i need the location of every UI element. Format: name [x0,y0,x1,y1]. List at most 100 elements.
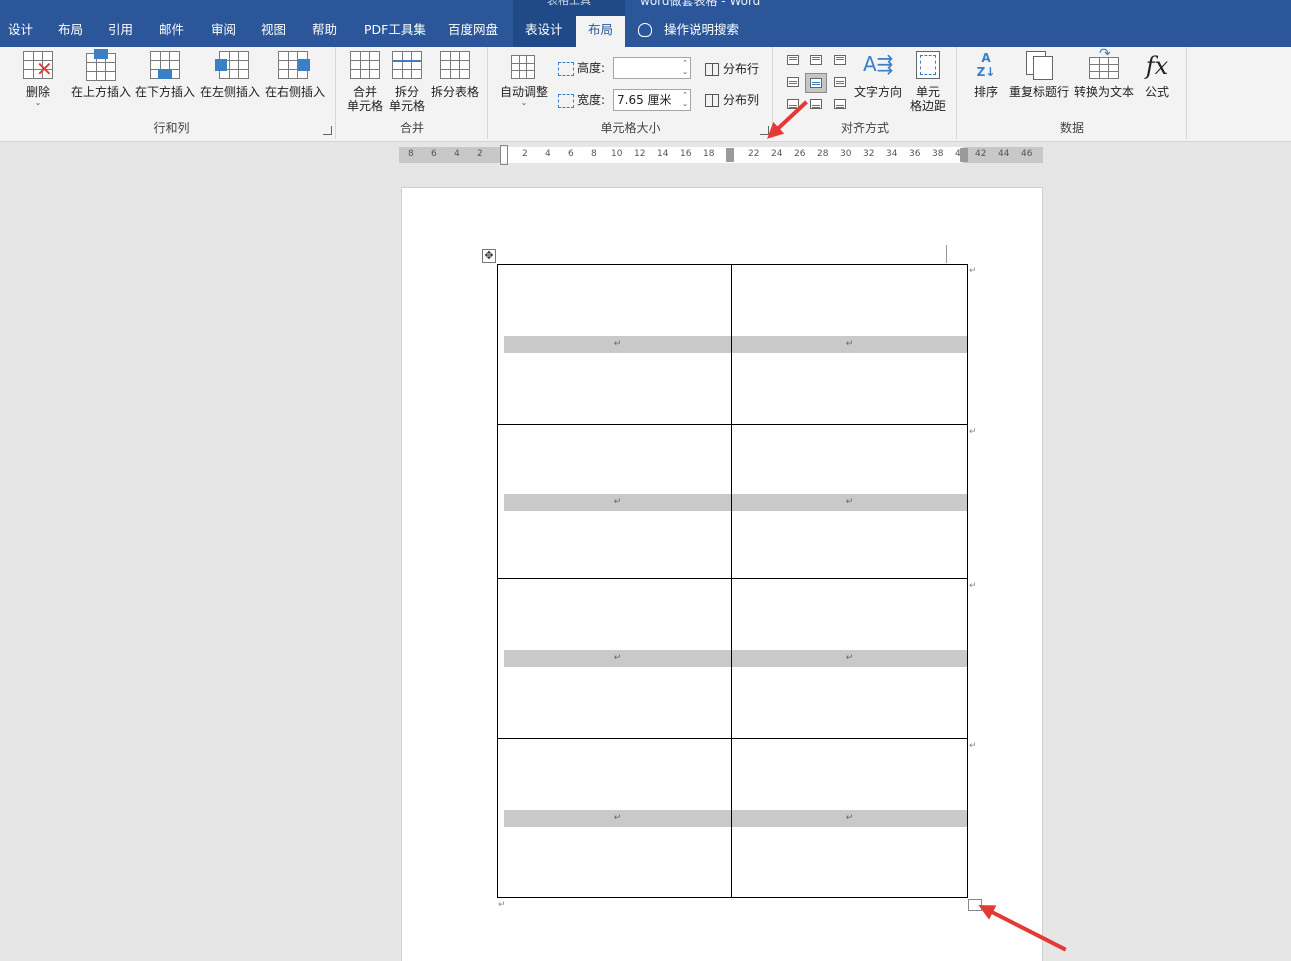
table-cell[interactable]: ↵ [498,579,732,738]
tab-baidu-netdisk[interactable]: 百度网盘 [444,16,502,47]
margin-guide [946,245,947,263]
split-table-button[interactable]: 拆分表格 [429,51,481,99]
align-top-right[interactable] [831,53,849,69]
table-cell[interactable]: ↵ [732,425,967,578]
ruler-tick: 24 [771,149,783,159]
autofit-button[interactable]: 自动调整 ⌄ [497,51,551,107]
insert-below-button[interactable]: 在下方插入 [134,51,196,99]
sort-icon: A Z↓ [976,51,996,79]
tell-me-search[interactable]: 操作说明搜索 [638,16,739,47]
tab-pdf-tools[interactable]: PDF工具集 [360,16,430,47]
merge-cells-label-2: 单元格 [346,99,383,113]
align-bottom-center[interactable] [807,97,825,113]
tab-design[interactable]: 设计 [4,16,37,47]
merge-cells-button[interactable]: 合并 单元格 [345,51,385,113]
align-top-left[interactable] [784,53,802,69]
tab-review[interactable]: 审阅 [207,16,240,47]
align-middle-right[interactable] [831,75,849,91]
convert-to-text-button[interactable]: ↷ 转换为文本 [1073,47,1135,99]
tab-layout-page[interactable]: 布局 [54,16,87,47]
split-cells-button[interactable]: 拆分 单元格 [387,51,427,113]
repeat-header-button[interactable]: 重复标题行 [1008,51,1070,99]
tab-view[interactable]: 视图 [257,16,290,47]
table[interactable]: ↵ ↵ ↵ ↵ ↵ ↵ ↵ ↵ [497,264,968,898]
delete-label: 删除 [25,85,50,99]
table-cell[interactable]: ↵ [498,265,732,424]
row-end-mark: ↵ [969,266,977,276]
ruler-tick: 6 [431,149,437,159]
formula-button[interactable]: fx 公式 [1140,51,1174,99]
context-title: 表格工具 [547,0,591,7]
formula-icon: fx [1145,52,1169,80]
chevron-down-icon: ⌄ [520,98,528,107]
ruler-tick: 30 [840,149,852,159]
sort-button[interactable]: A Z↓ 排序 [970,51,1002,99]
autofit-icon [509,51,539,81]
insert-above-button[interactable]: 在上方插入 [68,49,134,99]
cell-margins-button[interactable]: 单元 格边距 [906,51,950,113]
insert-above-label: 在上方插入 [70,85,131,99]
tab-references[interactable]: 引用 [104,16,137,47]
ruler-tick: 14 [657,149,669,159]
row-end-mark: ↵ [969,427,977,437]
ruler-tick: 18 [703,149,715,159]
align-top-center[interactable] [807,53,825,69]
table-cell[interactable]: ↵ [498,739,732,897]
tab-table-layout[interactable]: 布局 [576,16,625,47]
column-marker-icon[interactable] [726,148,734,162]
convert-to-text-label: 转换为文本 [1073,85,1134,99]
insert-left-button[interactable]: 在左侧插入 [199,51,261,99]
ruler-tick: 2 [522,149,528,159]
text-direction-icon: A⇶ [863,52,894,76]
spin-arrows-icon[interactable]: ⌃ ⌄ [682,59,688,77]
height-label: 高度: [577,61,606,75]
distribute-cols-button[interactable]: 分布列 [705,91,759,109]
horizontal-ruler[interactable]: 8 6 4 2 2 4 6 8 10 12 14 16 18 22 24 26 … [399,145,1043,165]
table-cell[interactable]: ↵ [732,265,967,424]
distribute-rows-button[interactable]: 分布行 [705,60,759,78]
delete-button[interactable]: ✕ 删除 ⌄ [20,51,56,107]
lightbulb-icon [638,22,652,37]
distribute-cols-icon [705,94,719,107]
ribbon: ✕ 删除 ⌄ 在上方插入 在下方插入 在左侧插入 在右侧插入 行和列 合并 单元… [0,47,1291,142]
ruler-tick: 2 [477,149,483,159]
insert-below-icon [150,51,180,81]
table-cell[interactable]: ↵ [732,579,967,738]
indent-marker-icon[interactable] [500,145,508,165]
height-input[interactable]: ⌃ ⌄ [613,57,691,79]
split-cells-label-2: 单元格 [388,99,425,113]
autofit-label: 自动调整 [499,85,548,99]
row-end-mark: ↵ [969,581,977,591]
chevron-down-icon: ⌄ [34,98,42,107]
tab-mailings[interactable]: 邮件 [155,16,188,47]
repeat-header-label: 重复标题行 [1008,85,1069,99]
tab-table-design[interactable]: 表设计 [521,16,567,47]
tab-help[interactable]: 帮助 [308,16,341,47]
align-middle-left[interactable] [784,75,802,91]
group-label-alignment: 对齐方式 [840,121,889,135]
table-row: ↵ ↵ [498,739,967,897]
cell-margins-label-2: 格边距 [909,99,946,113]
table-move-handle-icon[interactable]: ✥ [482,249,496,263]
spin-arrows-icon[interactable]: ⌃ ⌄ [682,91,688,109]
insert-left-icon [215,51,249,81]
ruler-tick: 22 [748,149,760,159]
align-middle-center[interactable] [805,73,827,93]
merge-cells-label-1: 合并 [352,85,377,99]
dialog-launcher-icon[interactable] [323,126,332,135]
cell-paragraph: ↵ [504,650,731,667]
table-cell[interactable]: ↵ [732,739,967,897]
column-marker-icon[interactable] [960,148,968,162]
cell-paragraph: ↵ [732,650,967,667]
insert-right-button[interactable]: 在右侧插入 [264,51,326,99]
distribute-cols-label: 分布列 [723,93,760,107]
width-input[interactable]: 7.65 厘米 ⌃ ⌄ [613,89,691,111]
text-direction-button[interactable]: A⇶ 文字方向 [852,51,904,99]
cell-margins-icon [913,51,943,81]
cell-paragraph: ↵ [504,494,731,511]
delete-table-icon: ✕ [23,51,53,81]
insert-below-label: 在下方插入 [134,85,195,99]
table-cell[interactable]: ↵ [498,425,732,578]
ruler-tick: 10 [611,149,623,159]
align-bottom-right[interactable] [831,97,849,113]
